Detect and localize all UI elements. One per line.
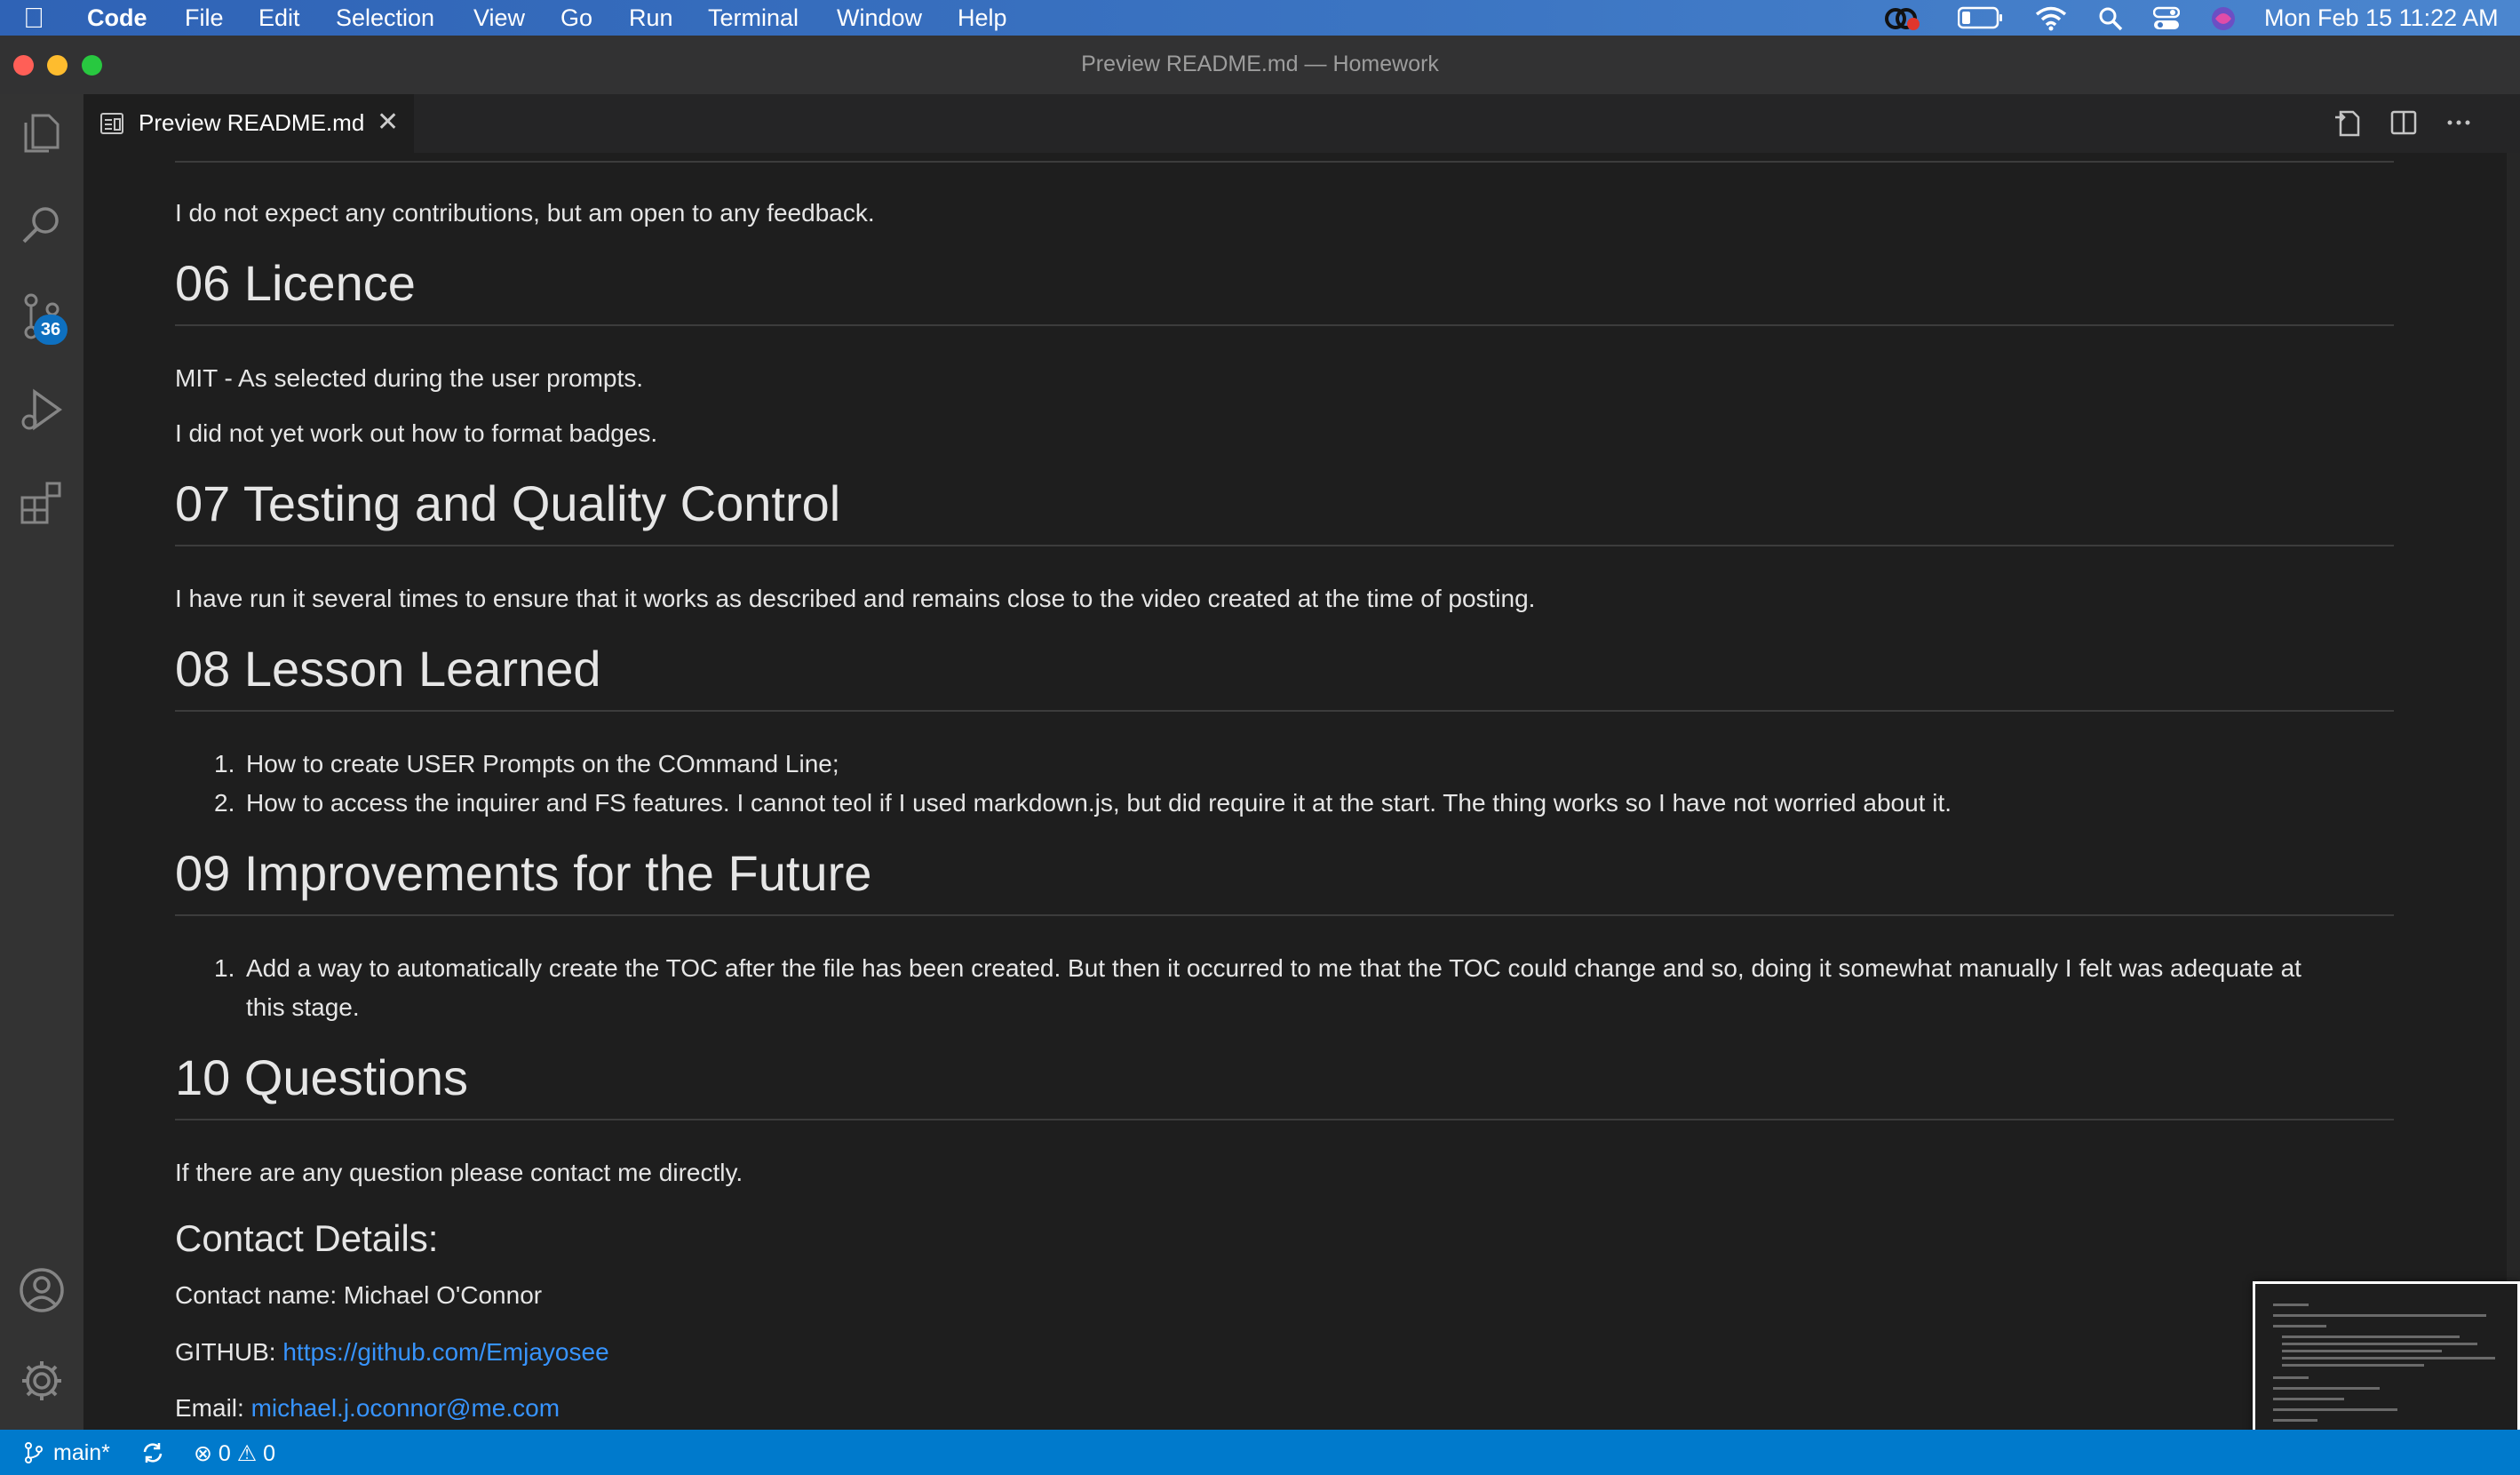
git-branch-icon bbox=[25, 1442, 43, 1463]
section-divider bbox=[175, 161, 2394, 163]
wifi-icon[interactable] bbox=[2035, 6, 2067, 31]
manage-gear-icon[interactable] bbox=[15, 1354, 68, 1407]
editor-tab-bar: Preview README.md ✕ bbox=[83, 94, 2520, 153]
section-divider bbox=[175, 1119, 2394, 1120]
activity-bar: 36 bbox=[0, 94, 83, 1430]
warning-count: 0 bbox=[263, 1441, 276, 1466]
status-bar: main* ⊗ 0 ⚠ 0 bbox=[0, 1430, 2520, 1475]
menu-file[interactable]: File bbox=[185, 4, 224, 32]
heading-testing: 07 Testing and Quality Control bbox=[175, 475, 841, 531]
menu-view[interactable]: View bbox=[473, 4, 525, 32]
section-divider bbox=[175, 710, 2394, 712]
spotlight-search-icon[interactable] bbox=[2098, 6, 2123, 31]
list-item: Add a way to automatically create the TO… bbox=[246, 954, 2301, 982]
window-title-bar: Preview README.md — Homework bbox=[0, 36, 2520, 95]
error-count: 0 bbox=[218, 1441, 231, 1466]
paragraph-questions: If there are any question please contact… bbox=[175, 1159, 743, 1186]
paragraph-contributions: I do not expect any contributions, but a… bbox=[175, 199, 875, 227]
menu-terminal[interactable]: Terminal bbox=[708, 4, 799, 32]
extensions-icon[interactable] bbox=[15, 474, 68, 528]
menubar-clock[interactable]: Mon Feb 15 11:22 AM bbox=[2264, 4, 2499, 32]
accounts-icon[interactable] bbox=[15, 1264, 68, 1317]
battery-icon[interactable] bbox=[1958, 6, 2004, 29]
paragraph-badges: I did not yet work out how to format bad… bbox=[175, 419, 658, 447]
macos-menu-bar:  Code File Edit Selection View Go Run T… bbox=[0, 0, 2520, 36]
search-icon[interactable] bbox=[15, 199, 68, 252]
paragraph-testing: I have run it several times to ensure th… bbox=[175, 585, 1536, 612]
open-source-icon[interactable] bbox=[2332, 107, 2364, 139]
problems-status[interactable]: ⊗ 0 ⚠ 0 bbox=[194, 1440, 275, 1467]
section-divider bbox=[175, 324, 2394, 326]
markdown-preview-icon bbox=[100, 113, 123, 134]
explorer-icon[interactable] bbox=[15, 107, 68, 160]
github-label: GITHUB: bbox=[175, 1338, 283, 1366]
menu-edit[interactable]: Edit bbox=[258, 4, 300, 32]
window-title: Preview README.md — Homework bbox=[1081, 52, 1439, 76]
git-branch-status[interactable]: main* bbox=[53, 1440, 110, 1466]
section-divider bbox=[175, 545, 2394, 546]
heading-questions: 10 Questions bbox=[175, 1049, 468, 1105]
list-number: 1. bbox=[214, 750, 235, 777]
warning-icon: ⚠ bbox=[236, 1441, 258, 1466]
window-right-edge bbox=[2507, 153, 2520, 1430]
tab-label: Preview README.md bbox=[139, 109, 365, 136]
list-number: 1. bbox=[214, 954, 235, 982]
list-item: How to access the inquirer and FS featur… bbox=[246, 789, 1952, 817]
more-actions-icon[interactable] bbox=[2443, 107, 2475, 139]
contact-email-row: Email: michael.j.oconnor@me.com bbox=[175, 1394, 560, 1423]
scm-changes-badge: 36 bbox=[34, 315, 68, 345]
menu-selection[interactable]: Selection bbox=[336, 4, 434, 32]
paragraph-licence: MIT - As selected during the user prompt… bbox=[175, 364, 644, 392]
siri-icon[interactable] bbox=[2211, 6, 2236, 31]
email-label: Email: bbox=[175, 1394, 251, 1422]
heading-licence: 06 Licence bbox=[175, 255, 416, 311]
email-link[interactable]: michael.j.oconnor@me.com bbox=[251, 1394, 560, 1422]
control-center-icon[interactable] bbox=[2153, 6, 2180, 31]
tab-preview-readme[interactable]: Preview README.md ✕ bbox=[83, 94, 414, 153]
run-debug-icon[interactable] bbox=[15, 383, 68, 436]
menu-app-name[interactable]: Code bbox=[87, 4, 147, 32]
sync-changes-icon[interactable] bbox=[140, 1441, 165, 1464]
apple-menu-icon[interactable]:  bbox=[23, 2, 44, 35]
menu-go[interactable]: Go bbox=[560, 4, 592, 32]
list-number: 2. bbox=[214, 789, 235, 817]
creative-cloud-icon[interactable] bbox=[1883, 6, 1922, 31]
error-icon: ⊗ bbox=[194, 1441, 212, 1466]
heading-improvements: 09 Improvements for the Future bbox=[175, 845, 872, 901]
close-tab-icon[interactable]: ✕ bbox=[377, 107, 399, 138]
section-divider bbox=[175, 914, 2394, 916]
markdown-preview-pane[interactable]: I do not expect any contributions, but a… bbox=[83, 153, 2520, 1430]
menu-help[interactable]: Help bbox=[958, 4, 1007, 32]
contact-github-row: GITHUB: https://github.com/Emjayosee bbox=[175, 1338, 609, 1367]
contact-name: Contact name: Michael O'Connor bbox=[175, 1281, 543, 1309]
heading-lessons: 08 Lesson Learned bbox=[175, 641, 601, 697]
github-link[interactable]: https://github.com/Emjayosee bbox=[282, 1338, 608, 1366]
split-editor-icon[interactable] bbox=[2388, 107, 2420, 139]
menu-window[interactable]: Window bbox=[837, 4, 922, 32]
list-item: How to create USER Prompts on the COmman… bbox=[246, 750, 839, 777]
heading-contact-details: Contact Details: bbox=[175, 1217, 439, 1259]
menu-run[interactable]: Run bbox=[629, 4, 673, 32]
list-item-continuation: this stage. bbox=[246, 993, 360, 1021]
